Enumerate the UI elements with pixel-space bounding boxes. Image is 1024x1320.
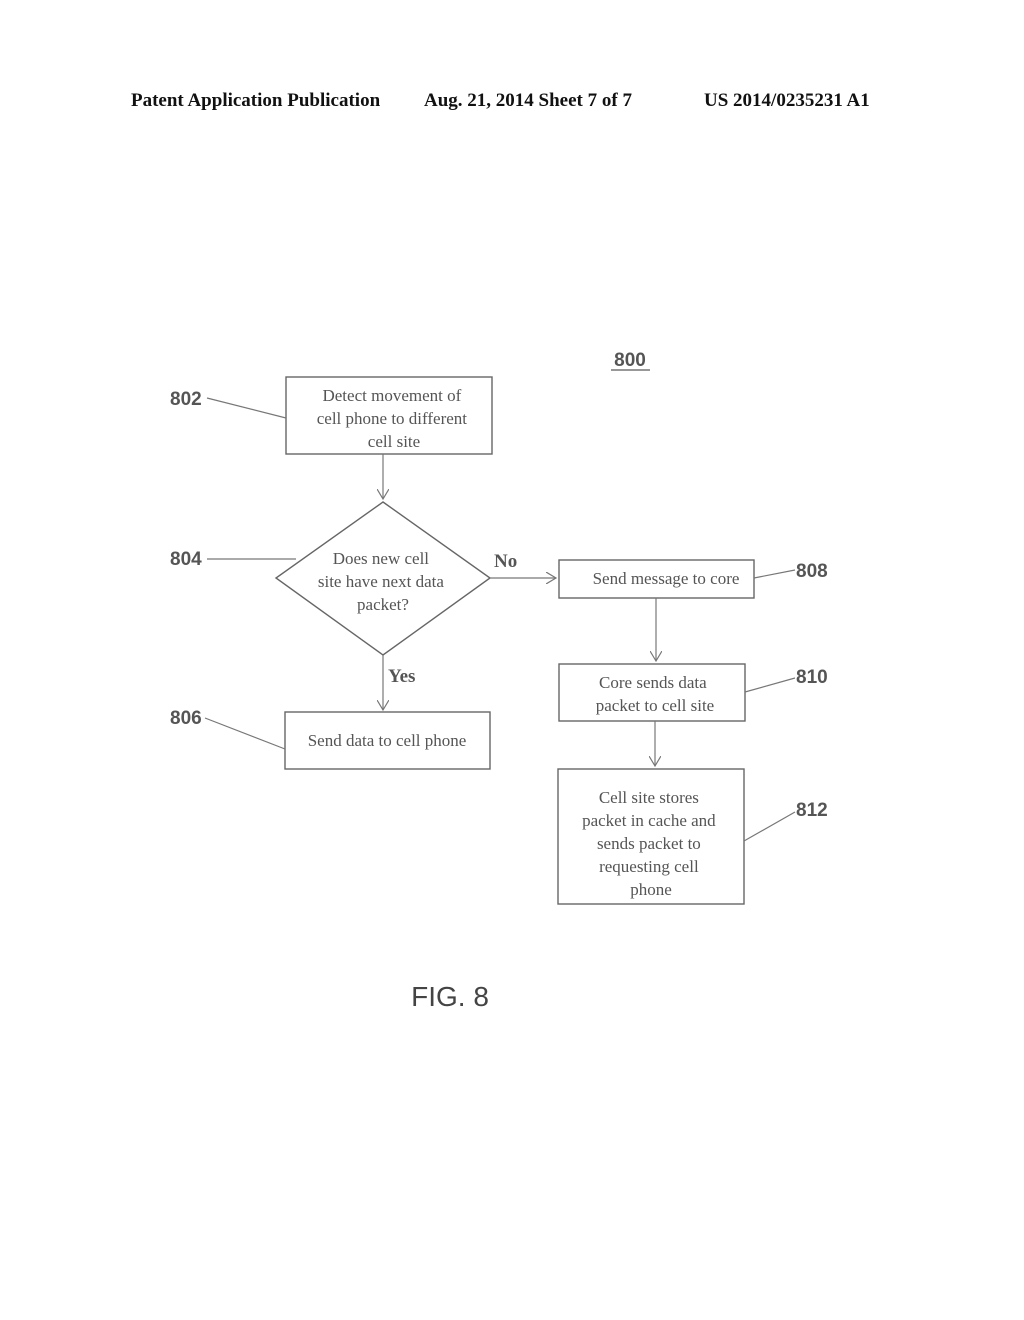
node-806-ref: 806 <box>170 708 202 729</box>
edge-label-yes: Yes <box>388 666 415 687</box>
node-804-ref: 804 <box>170 549 202 570</box>
node-812-text: Cell site stores packet in cache and sen… <box>582 788 720 899</box>
node-810-text: Core sends data packet to cell site <box>596 673 714 715</box>
node-802-text: Detect movement of cell phone to differe… <box>317 386 472 451</box>
node-808-text: Send message to core <box>593 569 740 588</box>
figure-label: FIG. 8 <box>411 981 489 1012</box>
node-810-leader <box>744 677 796 693</box>
node-802-ref: 802 <box>170 389 202 410</box>
node-812-leader <box>743 811 796 842</box>
node-802-leader <box>206 397 287 419</box>
edge-label-no: No <box>494 551 517 572</box>
node-806-leader <box>204 717 286 750</box>
node-806-text: Send data to cell phone <box>308 731 467 750</box>
node-812-ref: 812 <box>796 800 828 821</box>
node-808-ref: 808 <box>796 561 828 582</box>
diagram-id-label: 800 <box>614 350 646 371</box>
flowchart: 800 Detect movement of cell phone to dif… <box>170 350 828 1012</box>
node-804-text: Does new cell site have next data packet… <box>318 549 448 614</box>
node-808-leader <box>753 569 796 579</box>
node-810-ref: 810 <box>796 667 828 688</box>
